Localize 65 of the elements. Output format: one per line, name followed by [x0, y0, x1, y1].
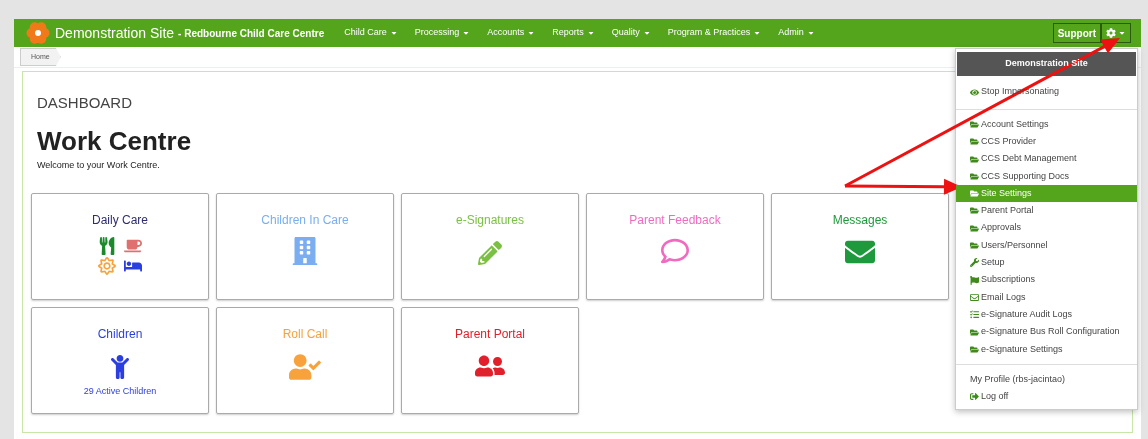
- caret-icon: [806, 29, 815, 37]
- wrench-icon: [970, 258, 979, 268]
- tile-title: Parent Feedback: [629, 212, 721, 229]
- tile-title: Parent Portal: [454, 326, 525, 343]
- tile-title: Children: [97, 326, 143, 343]
- list-icon: [970, 310, 979, 320]
- tile-subtitle: 29 Active Children: [83, 385, 157, 398]
- speech-bubble-icon: [661, 237, 689, 265]
- folder-icon: [970, 171, 979, 181]
- menu-item[interactable]: Email Logs: [956, 288, 1137, 307]
- tile-title: e-Signatures: [455, 212, 524, 229]
- sign-out-icon: [970, 392, 979, 402]
- menu-item[interactable]: Parent Portal: [956, 202, 1137, 220]
- person-check-icon: [289, 351, 321, 383]
- menu-item[interactable]: Setup: [956, 254, 1137, 272]
- menu-item[interactable]: e-Signature Settings: [956, 340, 1137, 358]
- caret-icon: [642, 29, 651, 37]
- folder-icon: [970, 189, 979, 199]
- folder-icon: [970, 206, 979, 216]
- menu-item[interactable]: CCS Provider: [956, 133, 1137, 151]
- child-icon: [108, 355, 132, 379]
- envelope-icon: [970, 292, 979, 302]
- tile-title: Daily Care: [92, 212, 148, 229]
- sun-icon: [98, 257, 116, 275]
- site-name: - Redbourne Child Care Centre: [178, 26, 325, 41]
- caret-icon: [753, 29, 762, 37]
- folder-icon: [970, 154, 979, 164]
- page-title: Work Centre: [37, 124, 192, 157]
- tile-title: Children In Care: [261, 212, 349, 229]
- menu-item[interactable]: Subscriptions: [956, 271, 1137, 289]
- menu-item[interactable]: CCS Supporting Docs: [956, 167, 1137, 185]
- menu-item[interactable]: My Profile (rbs-jacintao): [956, 370, 1137, 389]
- caret-icon: [462, 29, 471, 37]
- menu-item[interactable]: Users/Personnel: [956, 236, 1137, 255]
- tile-title: Messages: [832, 212, 888, 229]
- dashboard-tile[interactable]: Daily Care: [31, 193, 209, 300]
- caret-icon: [586, 29, 595, 37]
- welcome-text: Welcome to your Work Centre.: [37, 158, 160, 172]
- settings-icon: [1106, 28, 1116, 38]
- menu-item[interactable]: e-Signature Bus Roll Configuration: [956, 323, 1137, 341]
- folder-icon: [970, 327, 979, 337]
- flag-icon: [970, 275, 979, 285]
- cup-icon: [124, 237, 142, 255]
- folder-icon: [970, 137, 979, 147]
- flower-logo-icon: [26, 21, 50, 45]
- menu-item[interactable]: Approvals: [956, 219, 1137, 237]
- caret-icon: [389, 29, 398, 37]
- dashboard-tile[interactable]: Children 29 Active Children: [31, 307, 209, 414]
- pencil-icon: [478, 241, 502, 265]
- folder-icon: [970, 223, 979, 233]
- menu-item[interactable]: Log off: [956, 388, 1137, 406]
- caret-icon: [1118, 29, 1126, 37]
- building-icon: [291, 237, 319, 265]
- dashboard-tile[interactable]: Messages: [771, 193, 949, 300]
- fork-knife-icon: [98, 237, 116, 255]
- menu-item[interactable]: CCS Debt Management: [956, 150, 1137, 168]
- tile-title: Roll Call: [282, 326, 328, 343]
- eye-icon: [970, 87, 979, 97]
- folder-icon: [970, 344, 979, 354]
- caret-icon: [527, 29, 536, 37]
- menu-item[interactable]: e-Signature Audit Logs: [956, 306, 1137, 324]
- dashboard-tile[interactable]: Parent Portal: [401, 307, 579, 414]
- menu-item[interactable]: Account Settings: [956, 115, 1137, 134]
- folder-icon: [970, 119, 979, 129]
- folder-icon: [970, 241, 979, 250]
